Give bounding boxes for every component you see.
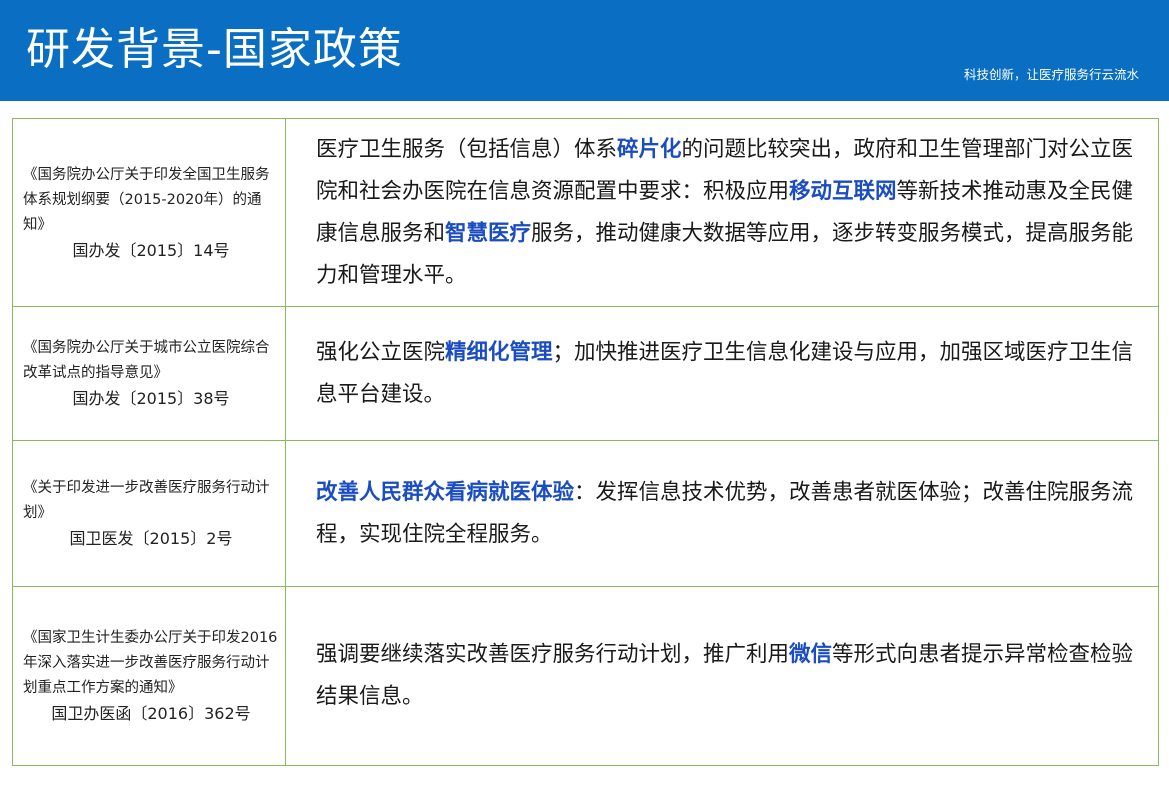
policy-document-number: 国办发〔2015〕14号 [72, 240, 230, 260]
description-text: 医疗卫生服务（包括信息）体系 [316, 136, 618, 162]
policy-document-title: 《关于印发进一步改善医疗服务行动计划》 [23, 480, 270, 521]
highlight-keyword: 改善人民群众看病就医体验 [316, 479, 575, 505]
policy-description: 强化公立医院精细化管理；加快推进医疗卫生信息化建设与应用，加强区域医疗卫生信息平… [285, 306, 1159, 441]
policy-document-title: 《国务院办公厅关于印发全国卫生服务体系规划纲要（2015-2020年）的通知》 [23, 166, 270, 233]
highlight-keyword: 移动互联网 [789, 178, 897, 204]
policy-description: 强调要继续落实改善医疗服务行动计划，推广利用微信等形式向患者提示异常检查检验结果… [285, 586, 1159, 766]
policy-document-cell: 《国务院办公厅关于城市公立医院综合改革试点的指导意见》 国办发〔2015〕38号 [12, 306, 286, 441]
highlight-keyword: 智慧医疗 [445, 220, 532, 246]
table-row: 《国务院办公厅关于印发全国卫生服务体系规划纲要（2015-2020年）的通知》 … [12, 118, 1159, 307]
highlight-keyword: 碎片化 [617, 136, 682, 162]
description-text: 强化公立医院 [316, 339, 446, 365]
policy-document-title: 《国家卫生计生委办公厅关于印发2016年深入落实进一步改善医疗服务行动计划重点工… [23, 630, 278, 696]
policy-table: 《国务院办公厅关于印发全国卫生服务体系规划纲要（2015-2020年）的通知》 … [12, 118, 1159, 766]
policy-document-number: 国办发〔2015〕38号 [72, 389, 230, 408]
page-title: 研发背景-国家政策 [26, 24, 403, 75]
highlight-keyword: 微信 [789, 642, 833, 667]
slogan: 科技创新，让医疗服务行云流水 [963, 67, 1139, 82]
header-banner: 研发背景-国家政策 科技创新，让医疗服务行云流水 [0, 0, 1169, 101]
policy-description: 改善人民群众看病就医体验：发挥信息技术优势，改善患者就医体验；改善住院服务流程，… [285, 440, 1159, 587]
description-text: 强调要继续落实改善医疗服务行动计划，推广利用 [316, 642, 790, 667]
policy-document-number: 国卫医发〔2015〕2号 [69, 529, 233, 548]
policy-document-cell: 《国务院办公厅关于印发全国卫生服务体系规划纲要（2015-2020年）的通知》 … [12, 118, 286, 307]
table-row: 《关于印发进一步改善医疗服务行动计划》 国卫医发〔2015〕2号 改善人民群众看… [12, 440, 1159, 587]
highlight-keyword: 精细化管理 [445, 339, 553, 365]
policy-description: 医疗卫生服务（包括信息）体系碎片化的问题比较突出，政府和卫生管理部门对公立医院和… [285, 118, 1159, 307]
policy-document-title: 《国务院办公厅关于城市公立医院综合改革试点的指导意见》 [23, 340, 270, 381]
table-row: 《国家卫生计生委办公厅关于印发2016年深入落实进一步改善医疗服务行动计划重点工… [12, 586, 1159, 766]
policy-document-number: 国卫办医函〔2016〕362号 [51, 704, 251, 723]
policy-document-cell: 《国家卫生计生委办公厅关于印发2016年深入落实进一步改善医疗服务行动计划重点工… [12, 586, 286, 766]
policy-document-cell: 《关于印发进一步改善医疗服务行动计划》 国卫医发〔2015〕2号 [12, 440, 286, 587]
table-row: 《国务院办公厅关于城市公立医院综合改革试点的指导意见》 国办发〔2015〕38号… [12, 306, 1159, 441]
